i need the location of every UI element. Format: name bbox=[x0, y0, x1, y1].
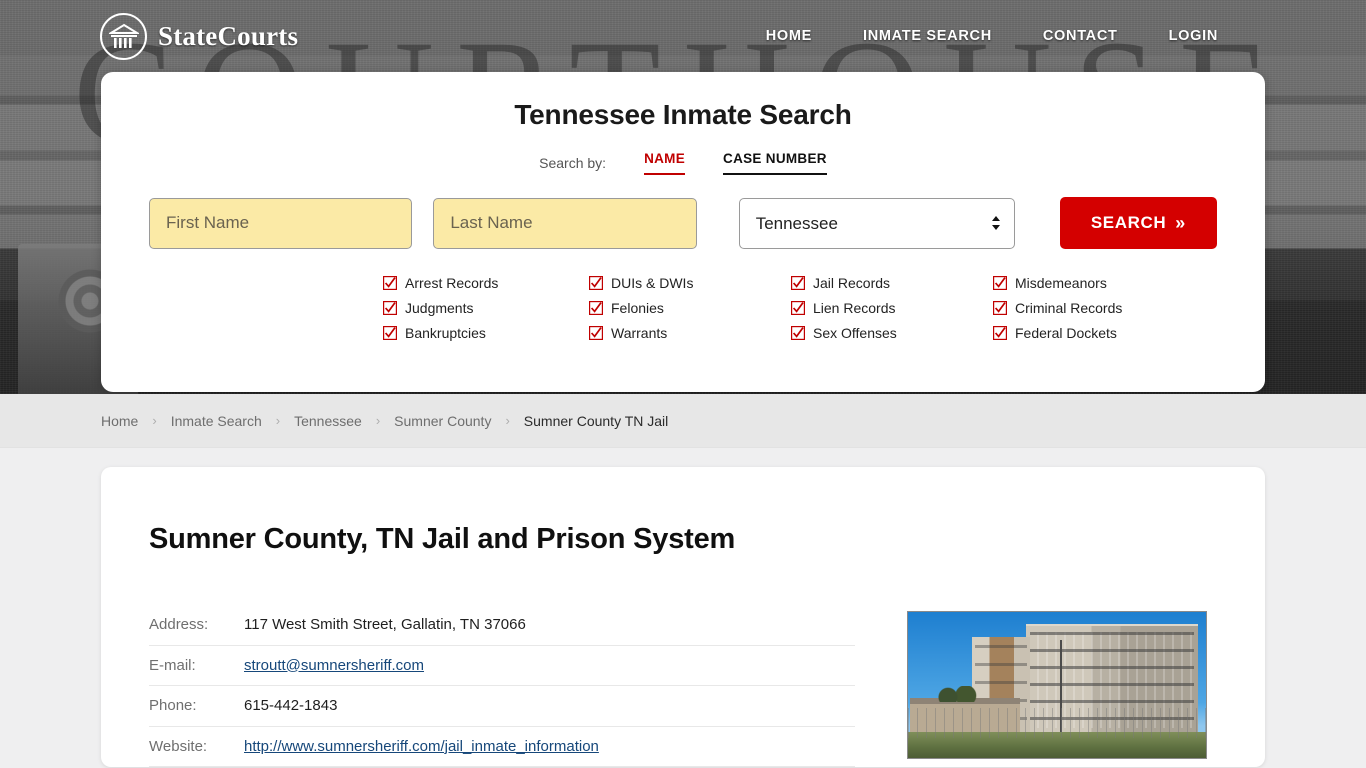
first-name-input[interactable] bbox=[149, 197, 413, 249]
state-select[interactable]: Tennessee bbox=[738, 197, 1015, 249]
breadcrumb-item-inmate-search[interactable]: Inmate Search bbox=[171, 413, 262, 429]
brand-name: StateCourts bbox=[158, 20, 299, 51]
tab-name[interactable]: NAME bbox=[644, 151, 686, 175]
row-value-phone: 615-442-1843 bbox=[244, 685, 855, 727]
checkbox-checked-icon bbox=[993, 276, 1008, 291]
breadcrumb-item-current: Sumner County TN Jail bbox=[523, 412, 669, 429]
row-value-email: stroutt@sumnersheriff.com bbox=[244, 645, 855, 686]
breadcrumb-separator-icon: › bbox=[275, 413, 281, 428]
double-chevron-right-icon: » bbox=[1175, 212, 1186, 233]
checkbox-checked-icon bbox=[993, 301, 1008, 316]
brand-logo[interactable]: StateCourts bbox=[100, 12, 299, 60]
website-link[interactable]: http://www.sumnersheriff.com/jail_inmate… bbox=[244, 738, 599, 755]
record-type-label: Bankruptcies bbox=[405, 325, 486, 341]
breadcrumb-item-sumner-county[interactable]: Sumner County bbox=[394, 413, 491, 429]
breadcrumb-item-tennessee[interactable]: Tennessee bbox=[294, 413, 362, 429]
record-type-item[interactable]: Jail Records bbox=[791, 275, 993, 291]
table-row: Website: http://www.sumnersheriff.com/ja… bbox=[149, 726, 855, 767]
checkbox-checked-icon bbox=[383, 301, 398, 316]
record-type-label: Warrants bbox=[611, 325, 668, 341]
table-row: Address: 117 West Smith Street, Gallatin… bbox=[149, 609, 855, 646]
nav-item-inmate-search[interactable]: INMATE SEARCH bbox=[863, 22, 992, 50]
checkbox-checked-icon bbox=[791, 276, 806, 291]
table-row: E-mail: stroutt@sumnersheriff.com bbox=[149, 645, 855, 686]
record-type-item[interactable]: Bankruptcies bbox=[383, 325, 589, 341]
breadcrumb-separator-icon: › bbox=[505, 413, 510, 428]
search-panel-title: Tennessee Inmate Search bbox=[514, 99, 852, 130]
breadcrumb: Home › Inmate Search › Tennessee › Sumne… bbox=[0, 394, 1366, 448]
breadcrumb-item-home[interactable]: Home bbox=[101, 413, 138, 429]
top-navigation-bar: StateCourts HOME INMATE SEARCH CONTACT L… bbox=[0, 0, 1366, 72]
record-type-item[interactable]: DUIs & DWIs bbox=[589, 275, 791, 291]
record-type-label: Criminal Records bbox=[1015, 300, 1123, 316]
nav-item-home[interactable]: HOME bbox=[766, 22, 812, 50]
checkbox-checked-icon bbox=[791, 301, 806, 316]
page-title: Sumner County, TN Jail and Prison System bbox=[149, 523, 736, 555]
record-type-item[interactable]: Judgments bbox=[383, 300, 589, 316]
row-value-website: http://www.sumnersheriff.com/jail_inmate… bbox=[244, 726, 855, 767]
last-name-input[interactable] bbox=[433, 197, 697, 249]
record-type-label: Arrest Records bbox=[405, 275, 499, 291]
row-value-address: 117 West Smith Street, Gallatin, TN 3706… bbox=[244, 609, 855, 646]
record-type-item[interactable]: Sex Offenses bbox=[791, 325, 993, 341]
row-label: E-mail: bbox=[149, 645, 244, 686]
record-type-item[interactable]: Federal Dockets bbox=[993, 325, 1135, 341]
jail-detail-card: Sumner County, TN Jail and Prison System… bbox=[101, 467, 1265, 768]
checkbox-checked-icon bbox=[589, 276, 604, 291]
search-button[interactable]: SEARCH » bbox=[1059, 197, 1217, 249]
record-type-label: Judgments bbox=[405, 300, 474, 316]
checkbox-checked-icon bbox=[383, 326, 398, 341]
detail-wrapper: Address: 117 West Smith Street, Gallatin… bbox=[149, 609, 1217, 768]
photo-trees bbox=[936, 686, 984, 702]
inmate-search-panel: Tennessee Inmate Search Search by: NAME … bbox=[101, 72, 1265, 392]
hero-header: COURTHOUSE StateCourts HOME INMATE SEARC… bbox=[0, 0, 1366, 394]
breadcrumb-separator-icon: › bbox=[152, 413, 157, 428]
checkbox-checked-icon bbox=[993, 326, 1008, 341]
search-fields-row: Tennessee SEARCH » bbox=[101, 197, 1265, 249]
nav-item-login[interactable]: LOGIN bbox=[1169, 22, 1218, 50]
record-type-item[interactable]: Lien Records bbox=[791, 300, 993, 316]
breadcrumb-separator-icon: › bbox=[375, 413, 381, 428]
record-type-label: Federal Dockets bbox=[1015, 325, 1117, 341]
record-type-item[interactable]: Misdemeanors bbox=[993, 275, 1135, 291]
record-type-item[interactable]: Arrest Records bbox=[383, 275, 589, 291]
checkbox-checked-icon bbox=[383, 276, 398, 291]
record-type-item[interactable]: Felonies bbox=[589, 300, 791, 316]
nav-item-contact[interactable]: CONTACT bbox=[1043, 22, 1118, 50]
search-button-label: SEARCH bbox=[1090, 213, 1167, 232]
search-by-label: Search by: bbox=[539, 155, 607, 171]
record-type-label: Felonies bbox=[611, 300, 664, 316]
main-nav: HOME INMATE SEARCH CONTACT LOGIN bbox=[766, 22, 1218, 50]
jail-building-photo bbox=[907, 611, 1207, 759]
record-type-item[interactable]: Warrants bbox=[589, 325, 791, 341]
checkbox-checked-icon bbox=[589, 301, 604, 316]
facility-info-table: Address: 117 West Smith Street, Gallatin… bbox=[149, 609, 855, 768]
row-label: Address: bbox=[149, 609, 244, 646]
row-label: Website: bbox=[149, 726, 244, 767]
search-by-row: Search by: NAME CASE NUMBER bbox=[101, 151, 1265, 175]
courthouse-circle-icon bbox=[100, 12, 147, 60]
record-type-label: Lien Records bbox=[813, 300, 896, 316]
checkbox-checked-icon bbox=[589, 326, 604, 341]
record-type-label: Sex Offenses bbox=[813, 325, 897, 341]
state-select-wrapper: Tennessee bbox=[738, 197, 1015, 249]
photo-fence bbox=[908, 708, 1206, 738]
table-row: Phone: 615-442-1843 bbox=[149, 685, 855, 727]
row-label: Phone: bbox=[149, 685, 244, 727]
record-type-label: Misdemeanors bbox=[1015, 275, 1107, 291]
record-type-label: DUIs & DWIs bbox=[611, 275, 694, 291]
record-type-label: Jail Records bbox=[813, 275, 891, 291]
record-type-list: Arrest Records DUIs & DWIs Jail Records … bbox=[101, 275, 1265, 341]
checkbox-checked-icon bbox=[791, 326, 806, 341]
record-type-item[interactable]: Criminal Records bbox=[993, 300, 1135, 316]
tab-case-number[interactable]: CASE NUMBER bbox=[723, 151, 827, 175]
email-link[interactable]: stroutt@sumnersheriff.com bbox=[244, 657, 424, 674]
